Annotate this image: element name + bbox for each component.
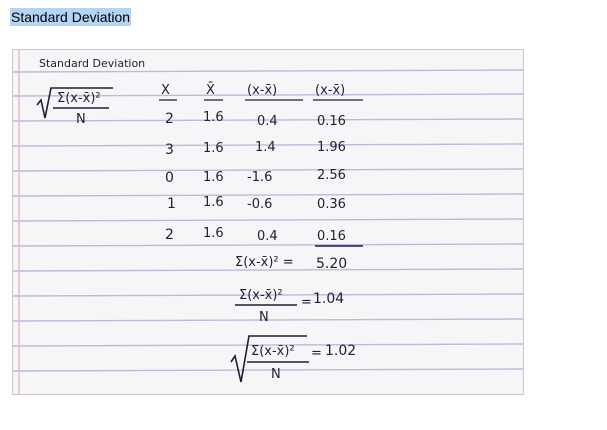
- table-cell: 2: [165, 227, 174, 243]
- table-cell: 3: [165, 142, 174, 158]
- handwritten-notes-image: Standard Deviation Σ(x-x̄)² N X X̄ (x-x̄…: [12, 49, 524, 395]
- table-cell: 1.6: [203, 170, 224, 185]
- variance-numerator: Σ(x-x̄)²: [239, 288, 283, 303]
- table-cell: 1: [167, 196, 176, 212]
- header-x: X: [161, 83, 170, 98]
- formula-denominator: N: [76, 112, 86, 127]
- table-cell: 1.6: [203, 141, 224, 156]
- table-cell: 0.4: [257, 114, 278, 129]
- variance-equals: =: [301, 295, 312, 310]
- table-cell: 1.4: [255, 140, 276, 155]
- formula-numerator: Σ(x-x̄)²: [57, 91, 101, 106]
- sd-numerator: Σ(x-x̄)²: [251, 344, 295, 359]
- table-cell: 0.36: [317, 197, 346, 212]
- sd-value: 1.02: [325, 343, 356, 359]
- table-cell: 0.16: [317, 114, 346, 129]
- variance-value: 1.04: [313, 291, 344, 307]
- table-cell: 1.6: [203, 226, 224, 241]
- header-squared-deviation: (x-x̄): [315, 83, 345, 98]
- formula-label: Standard Deviation: [39, 57, 145, 70]
- table-cell: 0.16: [317, 229, 346, 244]
- notebook-paper: Standard Deviation Σ(x-x̄)² N X X̄ (x-x̄…: [13, 50, 523, 394]
- page-title: Standard Deviation: [10, 8, 132, 26]
- header-mean: X̄: [206, 83, 215, 98]
- sd-denominator: N: [271, 367, 281, 382]
- header-deviation: (x-x̄): [247, 83, 277, 98]
- variance-denominator: N: [259, 310, 269, 325]
- table-cell: 0.4: [257, 229, 278, 244]
- sum-label: Σ(x-x̄)² =: [235, 255, 294, 270]
- sd-equals: =: [311, 346, 322, 361]
- table-cell: 2.56: [317, 168, 346, 183]
- table-cell: 1.6: [203, 110, 224, 125]
- table-cell: 1.96: [317, 140, 346, 155]
- table-cell: 1.6: [203, 195, 224, 210]
- table-cell: -0.6: [247, 197, 272, 212]
- table-cell: -1.6: [247, 170, 272, 185]
- sum-value: 5.20: [316, 256, 347, 272]
- formula-label-text: Standard Deviation: [39, 57, 145, 70]
- table-cell: 0: [165, 170, 174, 186]
- table-cell: 2: [165, 111, 174, 127]
